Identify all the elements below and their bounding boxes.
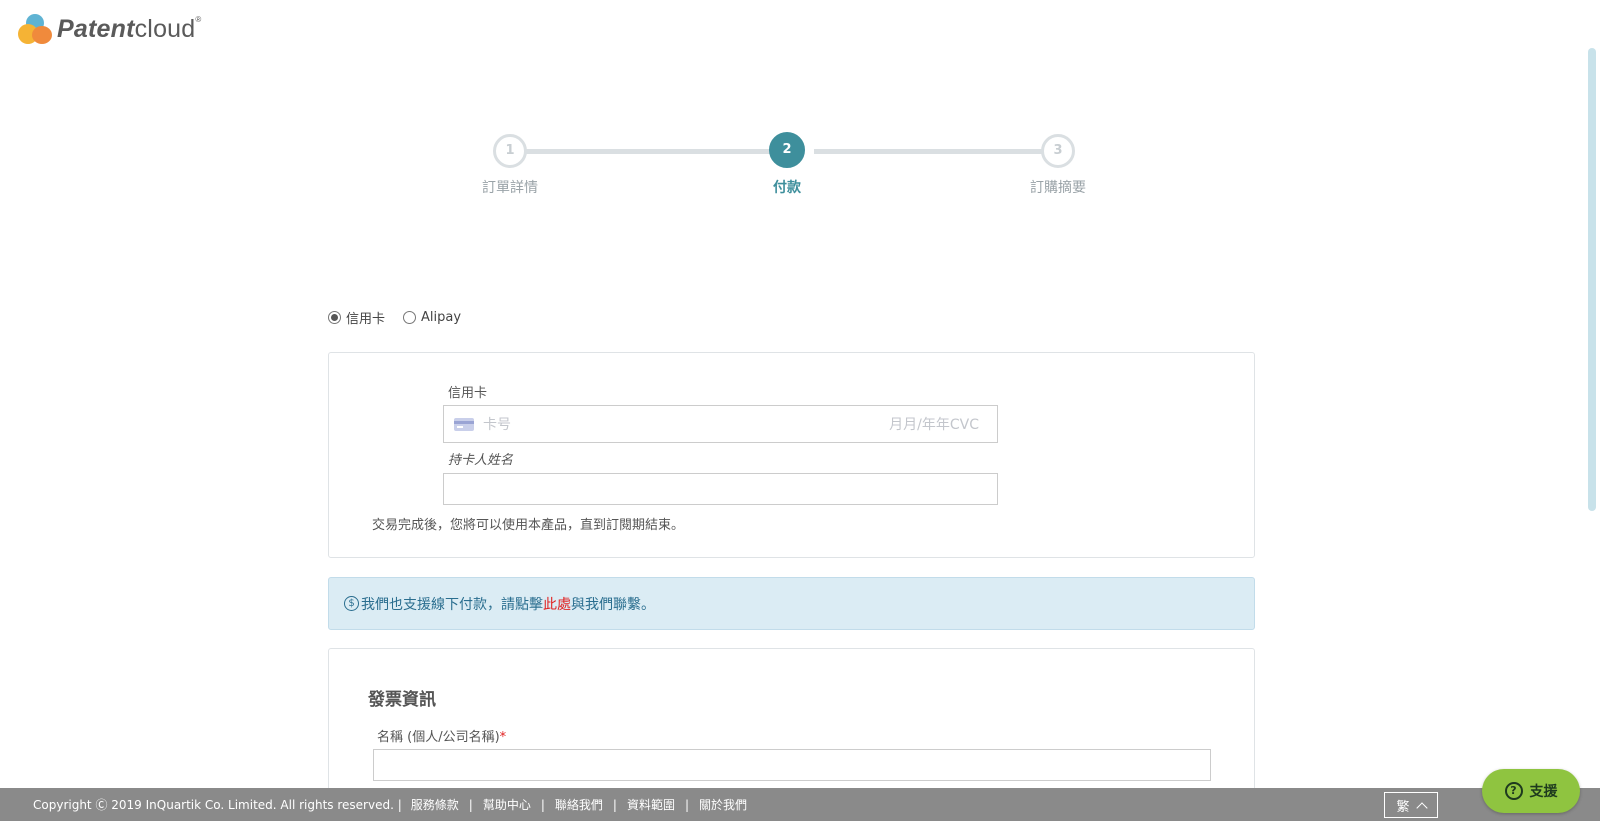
card-number-field[interactable]: 卡号 月月/年年CVC — [443, 405, 998, 443]
footer-link-contact[interactable]: 聯絡我們 — [555, 796, 603, 813]
banner-text-after: 與我們聯繫。 — [571, 596, 655, 613]
footer-separator: | — [468, 797, 473, 812]
payment-option-alipay[interactable]: Alipay — [403, 310, 461, 325]
footer-separator: | — [612, 797, 617, 812]
required-mark: * — [499, 730, 507, 745]
logo-cloud-icon — [18, 14, 54, 44]
step-order-details: 1 訂單詳情 — [450, 134, 570, 197]
payment-option-credit-card[interactable]: 信用卡 — [328, 308, 385, 327]
step-number: 1 — [493, 134, 527, 168]
footer-link-about[interactable]: 關於我們 — [699, 796, 747, 813]
support-button[interactable]: ? 支援 — [1482, 769, 1580, 813]
invoice-name-input[interactable] — [373, 749, 1211, 781]
language-label: 繁 — [1396, 799, 1410, 815]
offline-payment-banner: $ 我們也支援線下付款，請點擊 此處 與我們聯繫。 — [328, 577, 1255, 630]
credit-card-label: 信用卡 — [448, 386, 488, 401]
checkout-page: Patentcloud® 1 訂單詳情 2 付款 3 訂購摘要 信用卡 Alip… — [0, 0, 1600, 821]
step-number: 3 — [1041, 134, 1075, 168]
dollar-circle-icon: $ — [344, 596, 359, 611]
footer-link-terms[interactable]: 服務條款 — [411, 796, 459, 813]
support-label: 支援 — [1529, 784, 1558, 800]
checkout-stepper: 1 訂單詳情 2 付款 3 訂購摘要 — [482, 132, 1110, 202]
copyright-text: Copyright Ⓒ 2019 InQuartik Co. Limited. … — [33, 798, 402, 812]
question-circle-icon: ? — [1504, 782, 1523, 800]
chevron-up-icon — [1415, 801, 1428, 814]
footer-link-data-scope[interactable]: 資料範圍 — [627, 796, 675, 813]
step-label: 訂單詳情 — [482, 180, 538, 196]
banner-text-before: 我們也支援線下付款，請點擊 — [361, 596, 543, 613]
alipay-radio-label: Alipay — [421, 310, 462, 325]
step-order-summary: 3 訂購摘要 — [998, 134, 1118, 197]
step-payment: 2 付款 — [727, 132, 847, 197]
payment-method-group: 信用卡 Alipay — [328, 308, 479, 327]
card-number-placeholder[interactable]: 卡号 — [483, 414, 889, 434]
footer: Copyright Ⓒ 2019 InQuartik Co. Limited. … — [0, 788, 1600, 821]
footer-separator: | — [540, 797, 545, 812]
credit-card-panel: 信用卡 卡号 月月/年年CVC 持卡人姓名 交易完成後，您將可以使用本產品，直到… — [328, 352, 1255, 558]
subscription-note: 交易完成後，您將可以使用本產品，直到訂閱期結束。 — [372, 518, 685, 533]
footer-separator: | — [684, 797, 690, 812]
step-label: 付款 — [773, 180, 801, 196]
alipay-radio[interactable] — [403, 311, 417, 324]
cardholder-name-input[interactable] — [443, 473, 998, 505]
credit-card-radio-label: 信用卡 — [346, 312, 386, 327]
invoice-name-label: 名稱 (個人/公司名稱)* — [377, 730, 507, 745]
page-scrollbar[interactable] — [1588, 48, 1596, 511]
logo-wordmark: Patentcloud® — [57, 14, 202, 43]
footer-link-help[interactable]: 幫助中心 — [483, 796, 531, 813]
cardholder-name-label: 持卡人姓名 — [448, 453, 514, 468]
step-label: 訂購摘要 — [1030, 180, 1086, 196]
credit-card-icon — [454, 417, 474, 431]
language-switcher[interactable]: 繁 — [1384, 792, 1438, 818]
expiry-cvc-placeholder[interactable]: 月月/年年CVC — [889, 414, 979, 434]
credit-card-radio[interactable] — [328, 311, 341, 324]
invoice-title: 發票資訊 — [368, 690, 436, 710]
contact-here-link[interactable]: 此處 — [543, 594, 571, 614]
patentcloud-logo[interactable]: Patentcloud® — [18, 14, 201, 44]
step-number: 2 — [769, 132, 805, 168]
